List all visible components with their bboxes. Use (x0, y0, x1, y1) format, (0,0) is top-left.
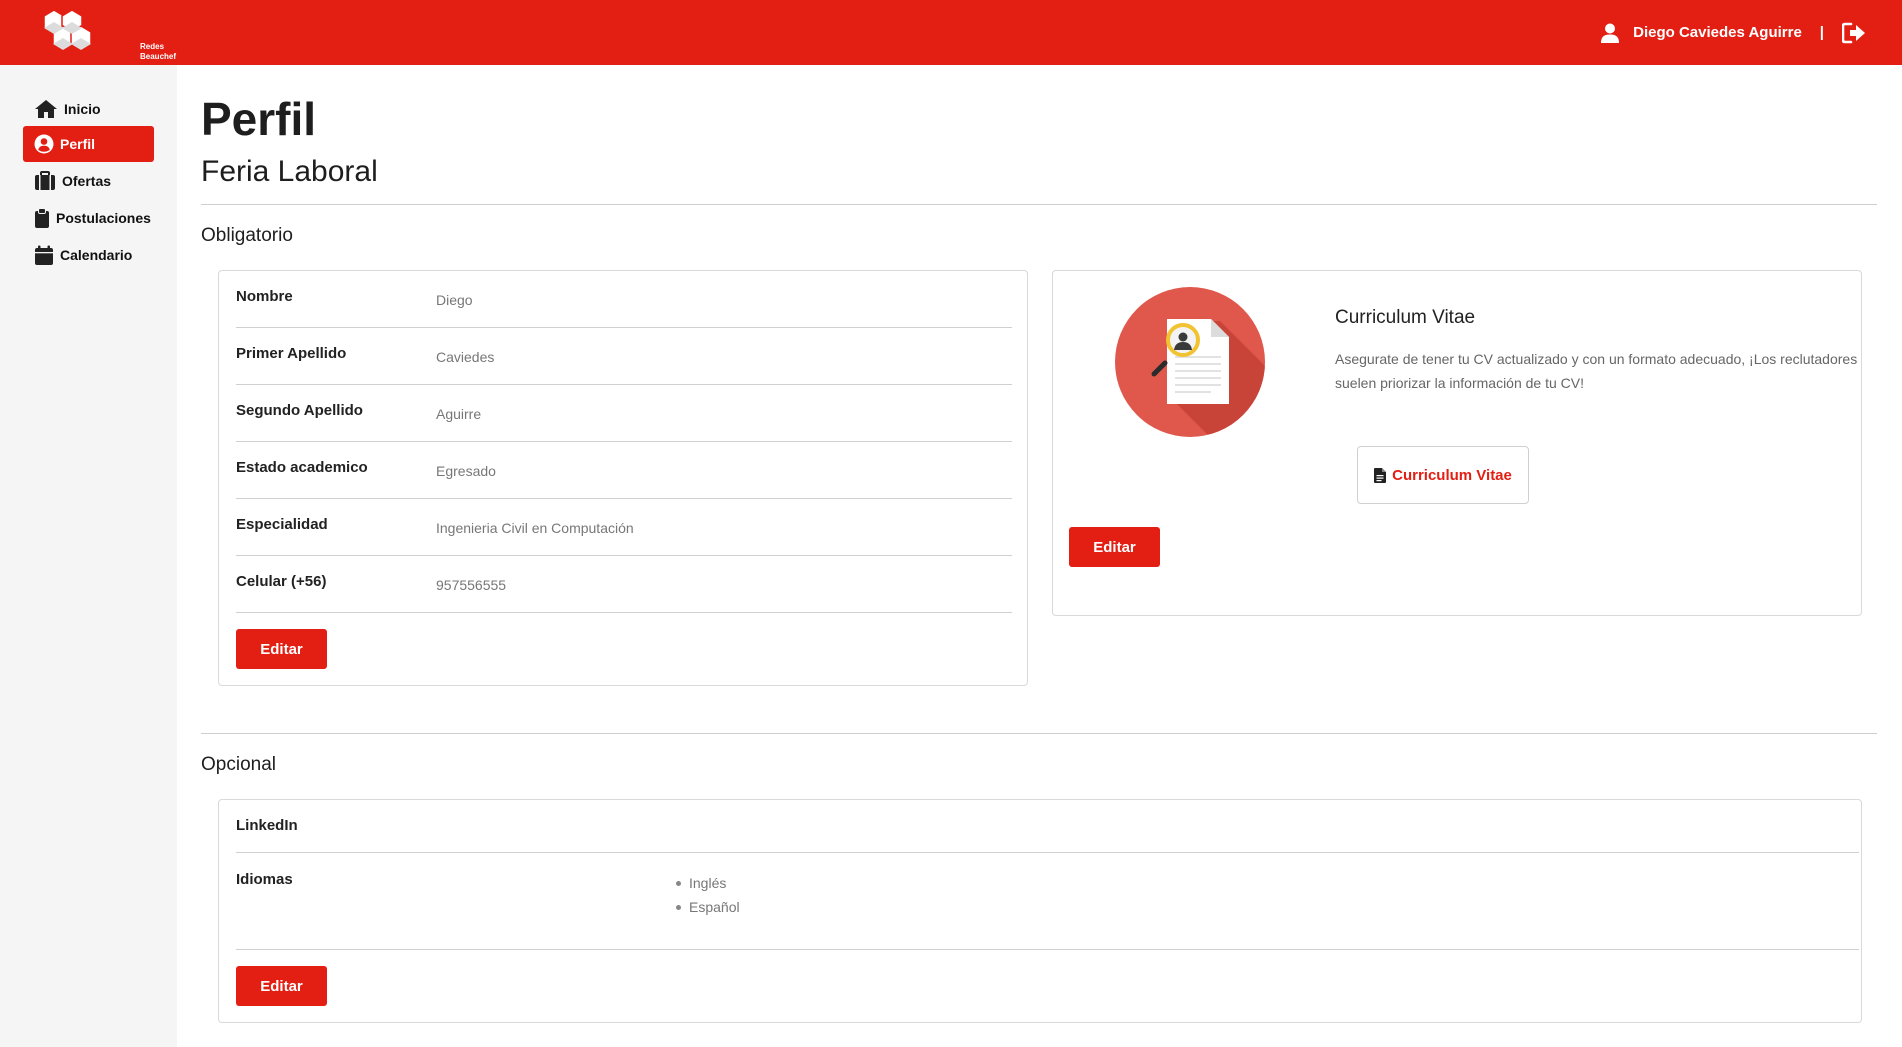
cv-card: Curriculum Vitae Asegurate de tener tu C… (1052, 270, 1862, 616)
cv-button-label: Curriculum Vitae (1392, 466, 1512, 484)
sidebar-item-calendario[interactable]: Calendario (23, 237, 154, 273)
edit-cv-button[interactable]: Editar (1069, 527, 1160, 567)
field-value: Ingenieria Civil en Computación (436, 520, 634, 536)
logo[interactable]: Redes Beauchef (40, 6, 176, 61)
cv-illustration (1115, 287, 1265, 437)
field-value: Caviedes (436, 349, 495, 365)
field-label: Idiomas (236, 871, 293, 888)
field-row-idiomas: Idiomas Inglés Español (236, 853, 1859, 950)
section-title-opcional: Opcional (201, 754, 276, 775)
user-icon (1601, 23, 1620, 43)
cv-document-icon (1151, 319, 1265, 437)
edit-optional-button[interactable]: Editar (236, 966, 327, 1006)
curriculum-vitae-button[interactable]: Curriculum Vitae (1357, 446, 1529, 504)
field-value: Egresado (436, 463, 496, 479)
page-title: Perfil (201, 93, 317, 145)
list-item: Inglés (676, 871, 740, 895)
logo-line-1: Redes (140, 42, 165, 51)
field-value: Diego (436, 292, 473, 308)
user-name[interactable]: Diego Caviedes Aguirre (1633, 24, 1802, 41)
field-label: Especialidad (236, 516, 328, 533)
sidebar-item-ofertas[interactable]: Ofertas (23, 163, 154, 199)
header-separator: | (1819, 24, 1824, 41)
list-item: Español (676, 895, 740, 919)
field-label: Celular (+56) (236, 573, 327, 590)
languages-list: Inglés Español (676, 871, 740, 919)
cv-description: Asegurate de tener tu CV actualizado y c… (1335, 351, 1858, 391)
sidebar-item-label: Postulaciones (56, 210, 151, 226)
field-row-primer-apellido: Primer Apellido Caviedes (236, 328, 1012, 385)
sidebar-item-perfil[interactable]: Perfil (23, 126, 154, 162)
edit-required-button[interactable]: Editar (236, 629, 327, 669)
required-card: Nombre Diego Primer Apellido Caviedes Se… (218, 270, 1028, 686)
field-label: Segundo Apellido (236, 402, 363, 419)
logo-line-2: Beauchef (140, 52, 177, 61)
section-title-obligatorio: Obligatorio (201, 225, 293, 246)
file-icon (1374, 467, 1387, 483)
field-label: LinkedIn (236, 817, 298, 834)
page-subtitle: Feria Laboral (201, 155, 378, 188)
field-row-nombre: Nombre Diego (236, 271, 1012, 328)
sidebar: Inicio Perfil Ofertas Postulaciones Cale… (0, 65, 177, 1047)
field-row-linkedin: LinkedIn (236, 800, 1859, 853)
clipboard-icon (35, 208, 49, 228)
field-row-segundo-apellido: Segundo Apellido Aguirre (236, 385, 1012, 442)
field-value: Aguirre (436, 406, 482, 422)
briefcase-icon (35, 171, 55, 190)
sidebar-item-label: Ofertas (62, 173, 112, 189)
field-row-celular: Celular (+56) 957556555 (236, 556, 1012, 613)
divider (201, 204, 1877, 205)
logout-icon[interactable] (1842, 22, 1866, 44)
field-label: Nombre (236, 288, 293, 305)
sidebar-item-postulaciones[interactable]: Postulaciones (23, 200, 154, 236)
sidebar-item-label: Perfil (60, 136, 96, 152)
field-value: 957556555 (436, 577, 507, 593)
sidebar-item-label: Calendario (60, 247, 133, 263)
sidebar-item-inicio[interactable]: Inicio (23, 91, 154, 127)
main-content: Perfil Feria Laboral Obligatorio Nombre … (177, 65, 1902, 1047)
field-row-estado-academico: Estado academico Egresado (236, 442, 1012, 499)
divider (201, 733, 1877, 734)
user-area: Diego Caviedes Aguirre | (1601, 0, 1866, 65)
user-circle-icon (34, 134, 54, 154)
field-label: Estado academico (236, 459, 368, 476)
home-icon (35, 100, 57, 118)
top-bar: Redes Beauchef Diego Caviedes Aguirre | (0, 0, 1902, 65)
field-row-especialidad: Especialidad Ingenieria Civil en Computa… (236, 499, 1012, 556)
sidebar-item-label: Inicio (64, 101, 101, 117)
cv-title: Curriculum Vitae (1335, 307, 1476, 328)
calendar-icon (35, 245, 53, 265)
optional-card: LinkedIn Idiomas Inglés Español Editar (218, 799, 1862, 1023)
logo-text: Redes Beauchef (140, 42, 176, 62)
logo-icon (43, 9, 92, 51)
field-label: Primer Apellido (236, 345, 347, 362)
